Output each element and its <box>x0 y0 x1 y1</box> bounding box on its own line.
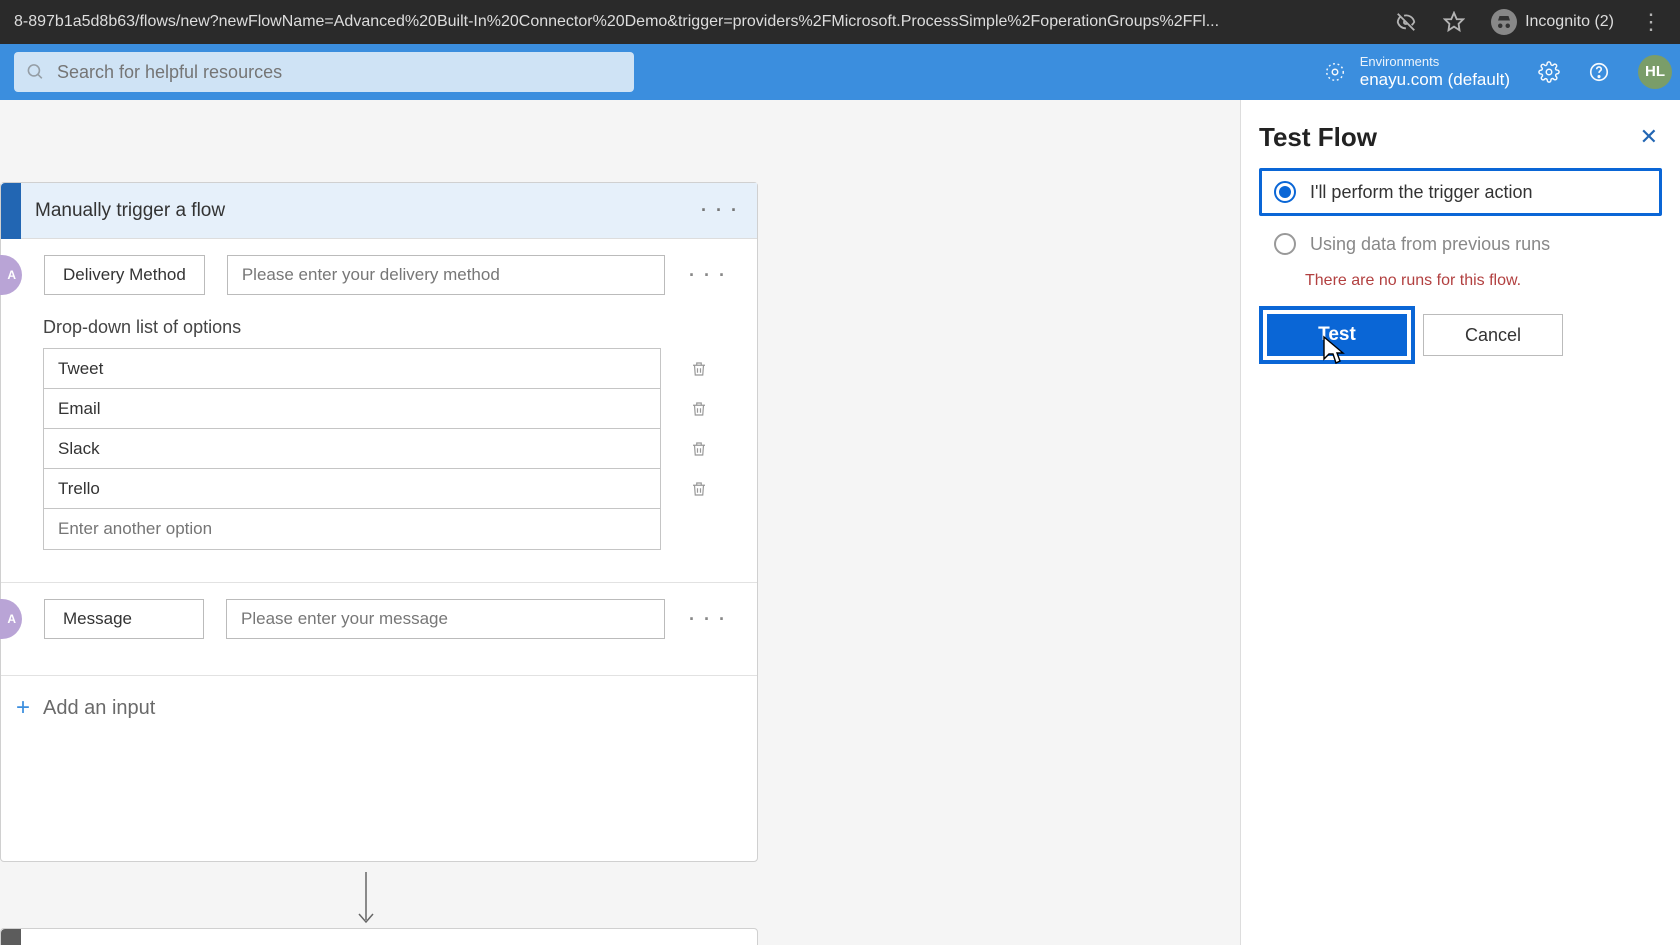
dropdown-options-list <box>43 348 661 550</box>
trash-icon <box>690 480 708 498</box>
param-message-row: A Message Please enter your message · · … <box>1 583 757 655</box>
search-box[interactable] <box>14 52 634 92</box>
search-input[interactable] <box>57 62 622 83</box>
dropdown-option-input[interactable] <box>44 469 660 509</box>
param-delivery-method-row: A Delivery Method Please enter your deli… <box>1 239 757 311</box>
add-input-label: Add an input <box>43 697 155 720</box>
trigger-card-title: Manually trigger a flow <box>35 200 699 222</box>
plus-icon: + <box>13 694 33 722</box>
avatar[interactable]: HL <box>1638 55 1672 89</box>
incognito-icon <box>1491 9 1517 35</box>
radio-icon <box>1274 233 1296 255</box>
star-icon[interactable] <box>1443 11 1465 33</box>
trash-icon <box>690 360 708 378</box>
delete-option-button[interactable] <box>681 349 717 389</box>
dropdown-option-new[interactable] <box>44 509 660 549</box>
gear-icon[interactable] <box>1538 61 1560 83</box>
dropdown-options-title: Drop-down list of options <box>43 317 717 338</box>
incognito-badge[interactable]: Incognito (2) <box>1491 9 1614 35</box>
param-row-menu[interactable]: · · · <box>687 605 729 634</box>
param-delivery-method-input[interactable]: Please enter your delivery method <box>227 255 665 295</box>
switch-card-color-bar <box>1 929 21 945</box>
trigger-card-color-bar <box>1 183 21 239</box>
dropdown-option-input[interactable] <box>44 389 660 429</box>
test-button-highlight: Test <box>1259 306 1415 364</box>
test-flow-panel: Test Flow ✕ I'll perform the trigger act… <box>1240 100 1680 945</box>
panel-close-button[interactable]: ✕ <box>1636 120 1662 154</box>
environment-icon <box>1324 61 1346 83</box>
trash-icon <box>690 440 708 458</box>
switch-card: Switch · · · Delivery Method × <box>0 928 758 945</box>
param-message-input[interactable]: Please enter your message <box>226 599 665 639</box>
delete-option-button[interactable] <box>681 389 717 429</box>
switch-card-header[interactable]: Switch · · · <box>1 929 757 945</box>
trigger-card-header[interactable]: Manually trigger a flow · · · <box>1 183 757 239</box>
cancel-button[interactable]: Cancel <box>1423 314 1563 356</box>
delete-option-button[interactable] <box>681 429 717 469</box>
param-type-badge: A <box>0 255 22 295</box>
radio-icon <box>1274 181 1296 203</box>
no-runs-message: There are no runs for this flow. <box>1305 272 1662 290</box>
test-button[interactable]: Test <box>1267 314 1407 356</box>
radio-label: I'll perform the trigger action <box>1310 182 1533 203</box>
dropdown-option-input[interactable] <box>44 429 660 469</box>
environment-label: Environments <box>1360 55 1510 70</box>
help-icon[interactable] <box>1588 61 1610 83</box>
incognito-label: Incognito (2) <box>1525 13 1614 31</box>
param-message-label[interactable]: Message <box>44 599 204 639</box>
radio-label: Using data from previous runs <box>1310 234 1550 255</box>
eye-off-icon[interactable] <box>1395 11 1417 33</box>
trigger-card-menu[interactable]: · · · <box>699 196 741 225</box>
dropdown-option-input[interactable] <box>44 349 660 389</box>
add-input-button[interactable]: + Add an input <box>1 675 757 740</box>
search-icon <box>26 62 45 82</box>
app-header: Environments enayu.com (default) HL <box>0 44 1680 100</box>
environment-picker[interactable]: Environments enayu.com (default) <box>1324 55 1510 89</box>
delete-option-button[interactable] <box>681 469 717 509</box>
param-type-badge: A <box>0 599 22 639</box>
browser-address-bar: 8-897b1a5d8b63/flows/new?newFlowName=Adv… <box>0 0 1680 44</box>
flow-canvas[interactable]: Manually trigger a flow · · · A Delivery… <box>0 100 1240 945</box>
environment-value: enayu.com (default) <box>1360 70 1510 90</box>
param-row-menu[interactable]: · · · <box>687 261 729 290</box>
flow-connector-arrow[interactable] <box>355 872 377 930</box>
radio-perform-trigger[interactable]: I'll perform the trigger action <box>1259 168 1662 216</box>
trash-icon <box>690 400 708 418</box>
kebab-menu-icon[interactable]: ⋮ <box>1640 11 1662 33</box>
url-text: 8-897b1a5d8b63/flows/new?newFlowName=Adv… <box>8 13 1385 31</box>
param-delivery-method-label[interactable]: Delivery Method <box>44 255 205 295</box>
trigger-card: Manually trigger a flow · · · A Delivery… <box>0 182 758 862</box>
radio-previous-runs[interactable]: Using data from previous runs <box>1259 220 1662 268</box>
panel-title: Test Flow <box>1259 122 1636 153</box>
